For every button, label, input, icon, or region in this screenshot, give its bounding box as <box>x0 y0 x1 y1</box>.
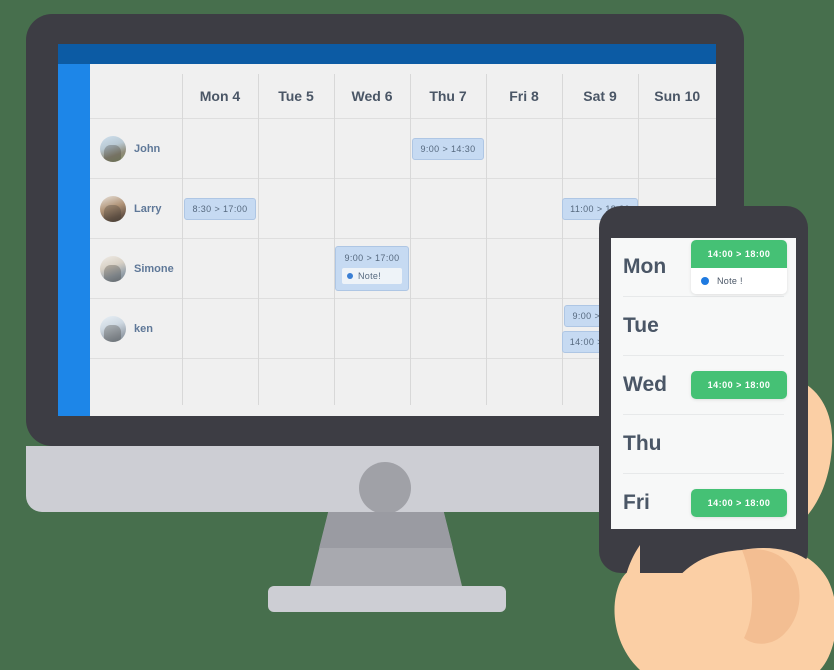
calendar-col-sat[interactable]: Sat 9 <box>562 74 639 119</box>
list-item[interactable]: Wed 14:00 > 18:00 <box>623 356 787 415</box>
phone-day-label: Tue <box>623 314 659 337</box>
app-topbar <box>58 44 716 64</box>
event-chip[interactable]: 8:30 > 17:00 <box>184 197 256 220</box>
calendar-person-cell[interactable]: John <box>90 118 183 179</box>
phone-event-slot: 14:00 > 18:00 <box>691 371 787 399</box>
event-chip-group: 9:00 > 14:30 <box>411 137 486 160</box>
phone-event-card[interactable]: 14:00 > 18:00 <box>691 371 787 399</box>
phone-event-time: 14:00 > 18:00 <box>691 489 787 517</box>
monitor-logo-circle <box>359 462 411 514</box>
calendar-cell-ken-wed[interactable] <box>334 298 411 359</box>
avatar <box>100 195 126 222</box>
person-name: John <box>134 142 161 155</box>
event-chip[interactable]: 9:00 > 14:30 <box>412 137 484 160</box>
calendar-cell-simone-thu[interactable] <box>410 238 487 299</box>
phone-event-note[interactable]: Note ! <box>691 268 787 294</box>
event-time: 9:00 > 17:00 <box>344 253 400 263</box>
calendar-cell-larry-wed[interactable] <box>334 178 411 239</box>
phone-day-label: Wed <box>623 373 667 396</box>
calendar-cell-john-fri[interactable] <box>486 118 563 179</box>
note-label: Note ! <box>717 276 743 286</box>
calendar-cell-simone-mon[interactable] <box>182 238 259 299</box>
calendar-cell-john-sat[interactable] <box>562 118 639 179</box>
event-chip-group: 9:00 > 17:00 Note! <box>335 246 410 291</box>
person-john[interactable]: John <box>100 135 182 162</box>
calendar-cell-empty-mon[interactable] <box>182 358 259 405</box>
calendar-col-sun[interactable]: Sun 10 <box>638 74 716 119</box>
illustration-scene: Mon 4 Tue 5 Wed 6 Thu 7 Fri 8 Sat 9 Sun … <box>0 0 834 670</box>
phone-screen: Mon 14:00 > 18:00 Note ! Tue Wed 14:00 >… <box>611 238 796 529</box>
calendar-cell-empty-fri[interactable] <box>486 358 563 405</box>
person-ken[interactable]: ken <box>100 315 182 342</box>
avatar <box>100 255 126 282</box>
list-item[interactable]: Fri 14:00 > 18:00 <box>623 474 787 529</box>
phone-day-list: Mon 14:00 > 18:00 Note ! Tue Wed 14:00 >… <box>611 238 796 529</box>
monitor-stand-neck-shade <box>319 512 453 548</box>
calendar-cell-john-mon[interactable] <box>182 118 259 179</box>
calendar-cell-larry-thu[interactable] <box>410 178 487 239</box>
list-item[interactable]: Thu <box>623 415 784 474</box>
calendar-person-cell[interactable]: ken <box>90 298 183 359</box>
calendar-cell-john-sun[interactable] <box>638 118 716 179</box>
event-note[interactable]: Note! <box>342 268 402 284</box>
phone-event-slot: 14:00 > 18:00 Note ! <box>691 240 787 294</box>
phone-day-label: Mon <box>623 255 667 278</box>
calendar-person-cell[interactable]: Larry <box>90 178 183 239</box>
calendar-cell-empty-tue[interactable] <box>258 358 335 405</box>
note-label: Note! <box>358 271 382 281</box>
avatar <box>100 315 126 342</box>
phone-day-label: Fri <box>623 491 650 514</box>
calendar-cell-larry-fri[interactable] <box>486 178 563 239</box>
event-chip-with-note[interactable]: 9:00 > 17:00 Note! <box>335 246 409 291</box>
calendar-cell-empty-thu[interactable] <box>410 358 487 405</box>
avatar <box>100 135 126 162</box>
calendar-cell-larry-tue[interactable] <box>258 178 335 239</box>
calendar-col-tue[interactable]: Tue 5 <box>258 74 335 119</box>
calendar-cell-larry-mon[interactable]: 8:30 > 17:00 <box>182 178 259 239</box>
event-chip-group: 8:30 > 17:00 <box>183 197 258 220</box>
calendar-col-fri[interactable]: Fri 8 <box>486 74 563 119</box>
list-item[interactable]: Tue <box>623 297 784 356</box>
phone-event-time: 14:00 > 18:00 <box>691 240 787 268</box>
calendar-col-wed[interactable]: Wed 6 <box>334 74 411 119</box>
phone-event-slot: 14:00 > 18:00 <box>691 489 787 517</box>
calendar-person-cell[interactable]: Simone <box>90 238 183 299</box>
monitor-stand-base <box>268 586 506 612</box>
calendar-cell-john-thu[interactable]: 9:00 > 14:30 <box>410 118 487 179</box>
calendar-cell-empty-wed[interactable] <box>334 358 411 405</box>
note-dot-icon <box>701 277 709 285</box>
calendar-cell-simone-tue[interactable] <box>258 238 335 299</box>
calendar-cell-simone-wed[interactable]: 9:00 > 17:00 Note! <box>334 238 411 299</box>
calendar-name-column-header <box>90 74 183 119</box>
note-dot-icon <box>347 273 353 279</box>
person-name: ken <box>134 322 153 335</box>
calendar-col-thu[interactable]: Thu 7 <box>410 74 487 119</box>
calendar-cell-ken-thu[interactable] <box>410 298 487 359</box>
calendar-cell-john-tue[interactable] <box>258 118 335 179</box>
phone-day-label: Thu <box>623 432 662 455</box>
phone-event-time: 14:00 > 18:00 <box>691 371 787 399</box>
phone-event-card[interactable]: 14:00 > 18:00 <box>691 489 787 517</box>
calendar-cell-john-wed[interactable] <box>334 118 411 179</box>
person-name: Simone <box>134 262 174 275</box>
calendar-cell-ken-fri[interactable] <box>486 298 563 359</box>
calendar-col-mon[interactable]: Mon 4 <box>182 74 259 119</box>
list-item[interactable]: Mon 14:00 > 18:00 Note ! <box>623 238 787 297</box>
person-larry[interactable]: Larry <box>100 195 182 222</box>
calendar-header-row: Mon 4 Tue 5 Wed 6 Thu 7 Fri 8 Sat 9 Sun … <box>90 74 716 119</box>
calendar-cell-simone-fri[interactable] <box>486 238 563 299</box>
app-sidebar[interactable] <box>58 64 90 416</box>
person-simone[interactable]: Simone <box>100 255 182 282</box>
calendar-cell-ken-mon[interactable] <box>182 298 259 359</box>
phone-event-card[interactable]: 14:00 > 18:00 Note ! <box>691 240 787 294</box>
calendar-person-cell-empty[interactable] <box>90 358 183 405</box>
table-row: John 9:00 > 14:30 <box>90 118 716 179</box>
calendar-cell-ken-tue[interactable] <box>258 298 335 359</box>
person-name: Larry <box>134 202 162 215</box>
